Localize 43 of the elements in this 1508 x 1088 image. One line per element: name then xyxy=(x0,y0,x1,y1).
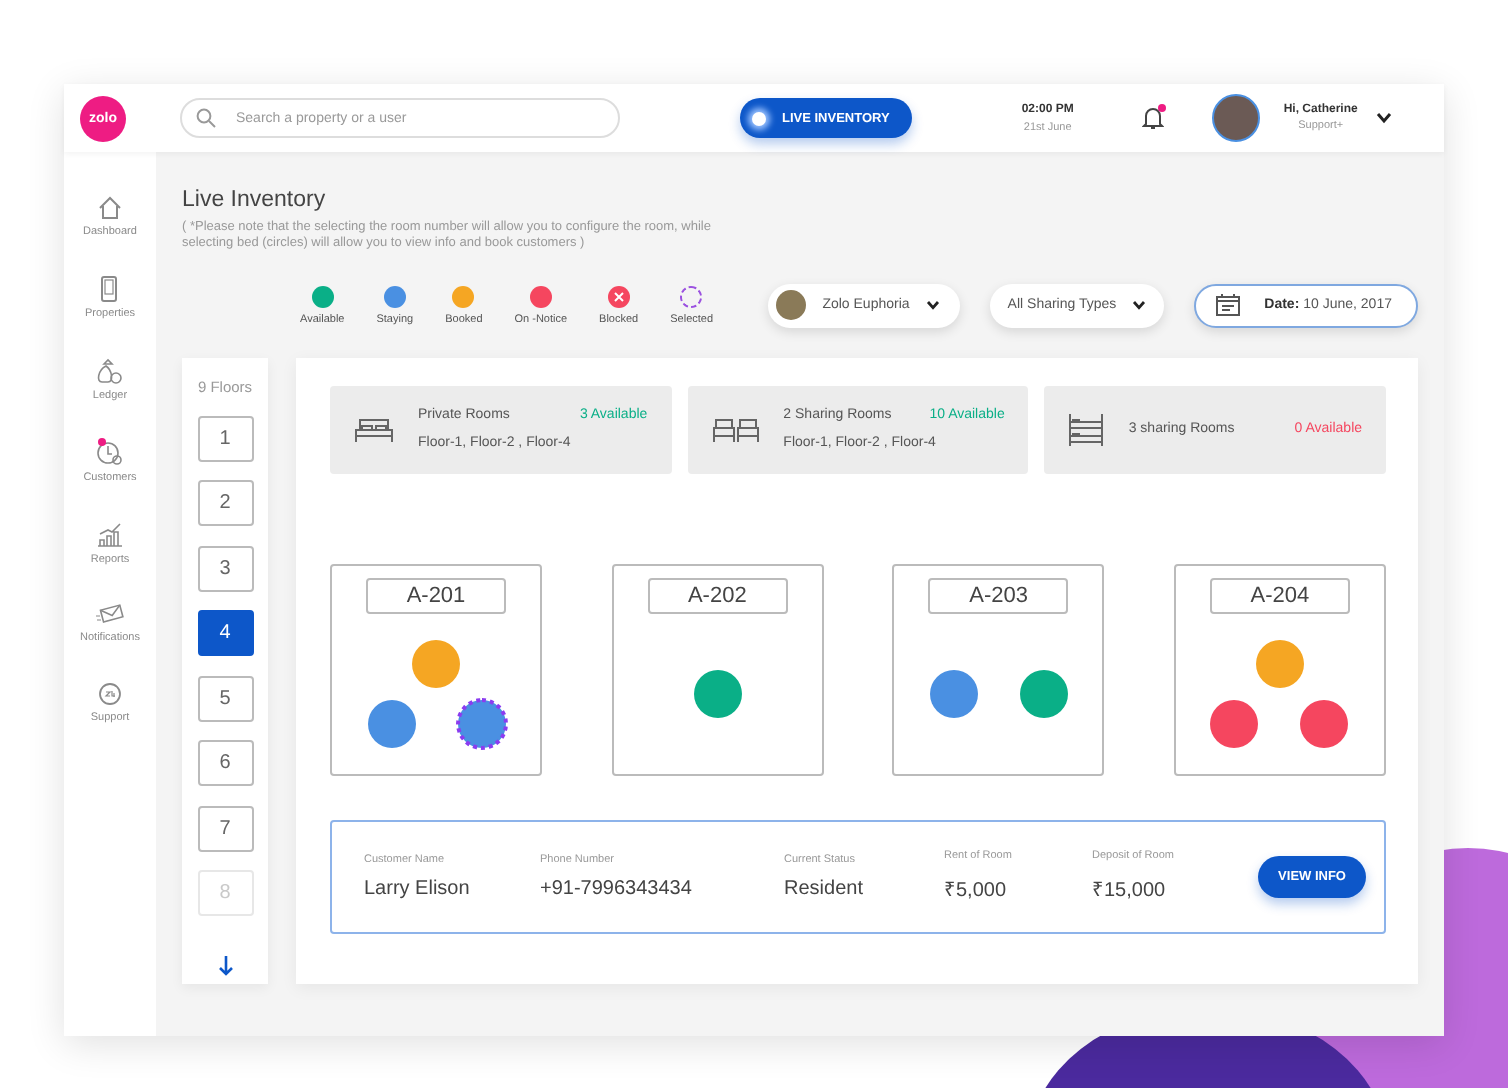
bed-circle[interactable] xyxy=(367,699,415,748)
room-number[interactable]: A-203 xyxy=(928,577,1069,614)
page-title: Live Inventory xyxy=(182,188,328,212)
chevron-down-icon xyxy=(925,300,940,311)
support-clock-icon xyxy=(97,682,122,706)
user-clock-icon xyxy=(96,440,124,466)
floor-button[interactable]: 6 xyxy=(197,740,253,787)
bar-chart-icon xyxy=(95,522,124,548)
property-thumbnail xyxy=(776,290,807,321)
twin-beds-icon xyxy=(711,415,760,444)
room-number[interactable]: A-202 xyxy=(647,577,788,614)
search-icon xyxy=(196,108,216,128)
floor-button[interactable]: 4 xyxy=(197,610,253,657)
field-value: ₹15,000 xyxy=(1092,878,1168,903)
bed-circle[interactable] xyxy=(1300,699,1349,748)
notification-bell-icon[interactable] xyxy=(1141,106,1164,130)
field-value: +91-7996343434 xyxy=(540,877,694,900)
field-value: Resident xyxy=(784,877,865,900)
bed-circle[interactable] xyxy=(457,699,505,748)
floor-button[interactable]: 3 xyxy=(197,545,253,592)
home-icon xyxy=(97,196,122,220)
room-number[interactable]: A-201 xyxy=(366,577,506,614)
field-value: ₹5,000 xyxy=(944,878,1009,903)
chevron-down-icon xyxy=(1132,300,1147,311)
bed-circle[interactable] xyxy=(693,669,742,718)
bed-circle[interactable] xyxy=(1019,669,1068,718)
floor-button[interactable]: 2 xyxy=(197,480,253,527)
calendar-icon xyxy=(1216,294,1241,317)
floor-button[interactable]: 7 xyxy=(197,805,253,852)
money-bag-icon xyxy=(96,358,123,384)
envelope-icon xyxy=(96,604,124,626)
floor-button[interactable]: 1 xyxy=(197,415,253,462)
chevron-down-icon[interactable] xyxy=(1375,112,1392,124)
bed-icon xyxy=(354,415,394,444)
bunk-bed-icon xyxy=(1068,411,1105,448)
field-value: Larry Elison xyxy=(364,877,472,900)
floor-button[interactable]: 5 xyxy=(197,675,253,722)
room-number[interactable]: A-204 xyxy=(1209,577,1350,614)
avatar[interactable] xyxy=(1211,94,1260,142)
bed-circle[interactable] xyxy=(929,669,978,718)
arrow-down-icon[interactable] xyxy=(217,956,233,976)
bed-circle[interactable] xyxy=(1210,699,1259,748)
phone-icon xyxy=(100,276,119,302)
